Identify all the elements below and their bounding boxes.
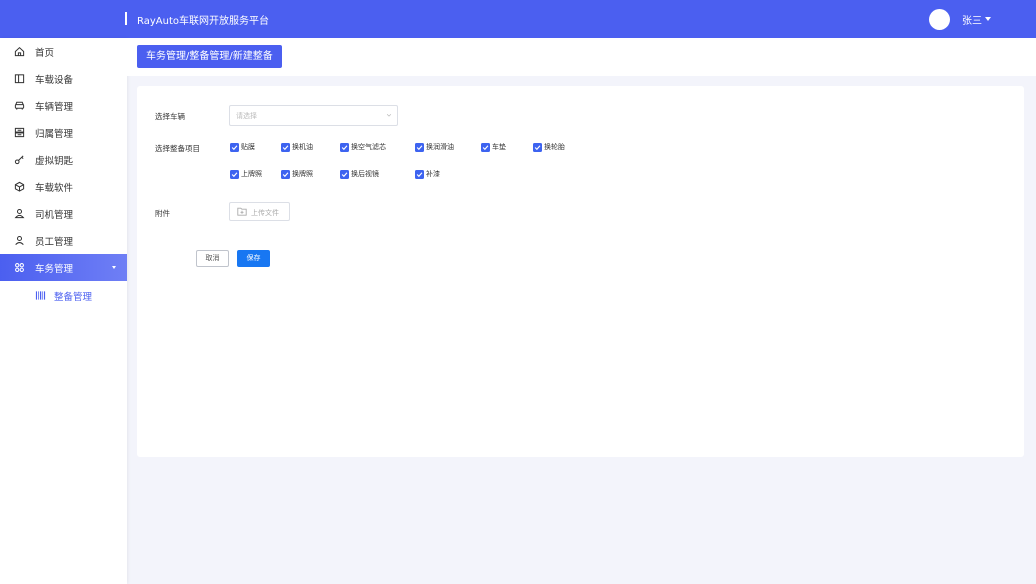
sidebar-item-vehicle-service[interactable]: 车务管理: [0, 254, 127, 281]
sidebar-subitem-label: 整备管理: [54, 292, 93, 303]
sidebar-item-vehicles[interactable]: 车辆管理: [0, 92, 127, 119]
attachment-label: 附件: [155, 209, 170, 218]
folder-add-icon: [237, 207, 247, 216]
upload-button[interactable]: 上传文件: [229, 202, 290, 221]
user-menu[interactable]: 张三: [962, 12, 982, 27]
vehicle-select-placeholder: 请选择: [236, 112, 257, 120]
chevron-down-icon: [112, 266, 116, 269]
checkbox-label: 换机油: [292, 143, 313, 151]
checkbox-checked-icon: [340, 143, 349, 152]
checkbox-label: 补漆: [426, 170, 440, 178]
barcode-icon: [35, 291, 46, 300]
sidebar-item-label: 车载设备: [35, 75, 74, 86]
title-divider: [125, 12, 127, 25]
ownership-icon: [14, 127, 25, 138]
checkbox-label: 换牌照: [292, 170, 313, 178]
cancel-button[interactable]: 取消: [196, 250, 229, 267]
form-card: 选择车辆 请选择 选择整备项目 贴膜 换机油 换空气滤芯 换润滑油 车垫 换轮胎…: [137, 86, 1024, 457]
breadcrumb: 车务管理/整备管理/新建整备: [137, 45, 282, 68]
checkbox-checked-icon: [230, 170, 239, 179]
sidebar-item-label: 归属管理: [35, 129, 74, 140]
sidebar-item-virtual-key[interactable]: 虚拟钥匙: [0, 146, 127, 173]
breadcrumb-bar: 车务管理/整备管理/新建整备: [127, 38, 1036, 76]
save-button[interactable]: 保存: [237, 250, 270, 267]
key-icon: [14, 155, 24, 165]
sidebar-item-label: 车载软件: [35, 183, 74, 194]
vehicle-select[interactable]: 请选择: [229, 105, 398, 126]
checkbox-label: 贴膜: [241, 143, 255, 151]
vehicle-label: 选择车辆: [155, 112, 185, 121]
checkbox-label: 换轮胎: [544, 143, 565, 151]
software-icon: [14, 181, 25, 192]
sidebar-item-label: 员工管理: [35, 237, 74, 248]
checkbox-label: 换后视镜: [351, 170, 379, 178]
sidebar-item-label: 司机管理: [35, 210, 74, 221]
avatar[interactable]: [929, 9, 950, 30]
checkbox-checked-icon: [230, 143, 239, 152]
sidebar-subitem-preparation[interactable]: 整备管理: [0, 282, 127, 309]
car-icon: [14, 101, 25, 110]
sidebar-item-software[interactable]: 车载软件: [0, 173, 127, 200]
chevron-down-icon: [386, 113, 392, 117]
sidebar-item-ownership[interactable]: 归属管理: [0, 119, 127, 146]
sidebar-item-devices[interactable]: 车载设备: [0, 65, 127, 92]
home-icon: [14, 46, 25, 57]
checkbox-checked-icon: [415, 170, 424, 179]
app-title: RayAuto车联网开放服务平台: [137, 16, 269, 27]
upload-label: 上传文件: [251, 209, 279, 217]
checkbox-checked-icon: [415, 143, 424, 152]
checkbox-checked-icon: [340, 170, 349, 179]
staff-icon: [15, 235, 24, 245]
sidebar-item-label: 虚拟钥匙: [35, 156, 74, 167]
chevron-down-icon[interactable]: [985, 17, 991, 21]
service-icon: [15, 263, 24, 272]
checkbox-label: 换空气滤芯: [351, 143, 386, 151]
checkbox-checked-icon: [281, 143, 290, 152]
top-bar: RayAuto车联网开放服务平台 张三: [0, 0, 1036, 38]
checkbox-checked-icon: [533, 143, 542, 152]
items-label: 选择整备项目: [155, 144, 200, 153]
checkbox-label: 上牌照: [241, 170, 262, 178]
sidebar-item-label: 车辆管理: [35, 102, 74, 113]
checkbox-checked-icon: [281, 170, 290, 179]
device-icon: [14, 74, 25, 84]
sidebar-item-home[interactable]: 首页: [0, 38, 127, 65]
sidebar-item-staff[interactable]: 员工管理: [0, 227, 127, 254]
checkbox-label: 换润滑油: [426, 143, 454, 151]
sidebar-item-label: 首页: [35, 48, 55, 59]
checkbox-label: 车垫: [492, 143, 506, 151]
sidebar-item-label: 车务管理: [35, 264, 74, 275]
sidebar: 首页 车载设备 车辆管理 归属管理 虚拟钥匙 车载软件 司机管理 员工管理 车务…: [0, 38, 127, 584]
sidebar-item-drivers[interactable]: 司机管理: [0, 200, 127, 227]
checkbox-checked-icon: [481, 143, 490, 152]
driver-icon: [14, 208, 25, 219]
